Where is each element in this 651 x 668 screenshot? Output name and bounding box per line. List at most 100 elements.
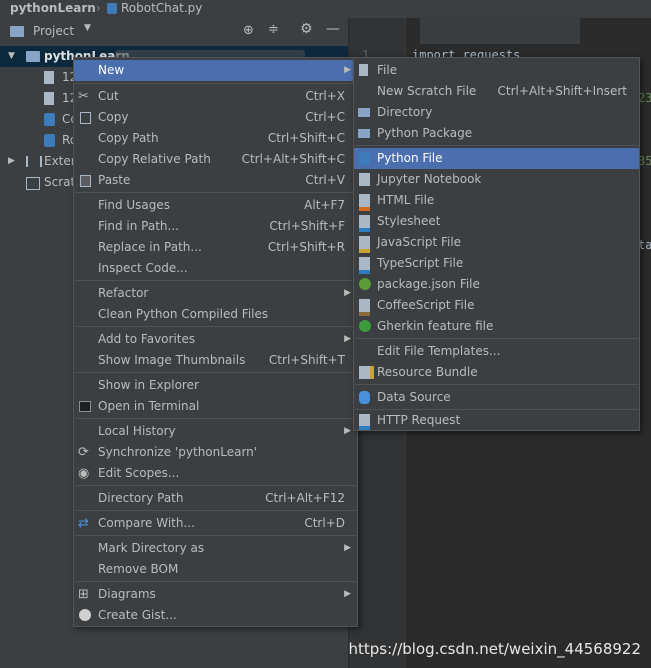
menu-item-label: Replace in Path...	[98, 240, 202, 254]
submenu-item-directory[interactable]: Directory	[354, 102, 639, 123]
menu-item-label: Edit File Templates...	[377, 344, 501, 358]
menu-item-copy-path[interactable]: Copy Path Ctrl+Shift+C	[74, 128, 357, 149]
menu-item-shortcut: Ctrl+Alt+Shift+C	[241, 152, 345, 166]
menu-item-edit-scopes[interactable]: ◉ Edit Scopes...	[74, 463, 357, 484]
submenu-item-coffeescript[interactable]: CoffeeScript File	[354, 295, 639, 316]
folder-icon	[358, 108, 370, 117]
submenu-item-edit-templates[interactable]: Edit File Templates...	[354, 341, 639, 362]
chevron-right-icon: ▶	[344, 589, 351, 599]
menu-item-label: Edit Scopes...	[98, 466, 180, 480]
menu-item-find-in-path[interactable]: Find in Path... Ctrl+Shift+F	[74, 216, 357, 237]
submenu-item-package-json[interactable]: package.json File	[354, 274, 639, 295]
menu-item-diagrams[interactable]: ⊞ Diagrams ▶	[74, 584, 357, 605]
scissors-icon: ✂	[78, 89, 89, 104]
menu-item-label: Python Package	[377, 126, 473, 140]
menu-item-remove-bom[interactable]: Remove BOM	[74, 559, 357, 580]
menu-item-cut[interactable]: ✂ Cut Ctrl+X	[74, 86, 357, 107]
folder-icon	[10, 26, 24, 37]
expand-icon[interactable]: ▼	[8, 46, 15, 67]
expand-icon[interactable]: ▶	[8, 151, 15, 172]
menu-item-label: Jupyter Notebook	[377, 172, 482, 186]
menu-item-compare-with[interactable]: ⇄ Compare With... Ctrl+D	[74, 513, 357, 534]
python-file-icon	[107, 3, 117, 14]
menu-item-open-terminal[interactable]: Open in Terminal	[74, 396, 357, 417]
chevron-down-icon[interactable]: ▼	[84, 23, 91, 33]
menu-item-shortcut: Ctrl+Alt+Shift+Insert	[497, 84, 627, 98]
menu-separator	[355, 145, 638, 146]
menu-item-directory-path[interactable]: Directory Path Ctrl+Alt+F12	[74, 488, 357, 509]
menu-item-clean-compiled[interactable]: Clean Python Compiled Files	[74, 304, 357, 325]
menu-item-replace-in-path[interactable]: Replace in Path... Ctrl+Shift+R	[74, 237, 357, 258]
menu-separator	[75, 192, 356, 193]
menu-item-label: Data Source	[377, 390, 451, 404]
menu-item-label: Diagrams	[98, 587, 156, 601]
submenu-item-python-file[interactable]: Python File	[354, 148, 639, 169]
menu-item-local-history[interactable]: Local History ▶	[74, 421, 357, 442]
minimize-icon[interactable]: —	[326, 21, 340, 37]
menu-separator	[75, 83, 356, 84]
menu-item-copy[interactable]: Copy Ctrl+C	[74, 107, 357, 128]
breadcrumb-project[interactable]: pythonLearn	[10, 1, 96, 15]
tree-item-label: Scrat	[44, 175, 76, 189]
menu-item-inspect-code[interactable]: Inspect Code...	[74, 258, 357, 279]
menu-item-shortcut: Ctrl+X	[305, 89, 345, 103]
menu-separator	[355, 384, 638, 385]
menu-item-shortcut: Ctrl+Shift+R	[267, 240, 345, 254]
submenu-item-stylesheet[interactable]: Stylesheet	[354, 211, 639, 232]
menu-item-new[interactable]: New ▶	[74, 60, 357, 81]
menu-separator	[75, 485, 356, 486]
locate-icon[interactable]: ⊕	[243, 23, 254, 38]
menu-separator	[355, 409, 638, 410]
submenu-item-data-source[interactable]: Data Source	[354, 387, 639, 408]
menu-item-label: Gherkin feature file	[377, 319, 494, 333]
menu-item-label: Open in Terminal	[98, 399, 200, 413]
chevron-right-icon: ▶	[344, 543, 351, 553]
menu-item-paste[interactable]: Paste Ctrl+V	[74, 170, 357, 191]
copy-icon	[80, 112, 91, 124]
bundle-icon	[359, 366, 374, 379]
collapse-icon[interactable]: ≑	[268, 22, 279, 37]
project-view-title[interactable]: Project	[33, 24, 74, 38]
menu-item-label: Create Gist...	[98, 608, 177, 622]
submenu-item-http-request[interactable]: HTTP Request	[354, 412, 639, 430]
menu-item-label: Show Image Thumbnails	[98, 353, 246, 367]
submenu-item-html[interactable]: HTML File	[354, 190, 639, 211]
refresh-icon: ⟳	[78, 445, 89, 460]
file-icon	[44, 71, 54, 84]
jupyter-icon	[359, 173, 370, 186]
breadcrumb-separator: ›	[96, 1, 101, 15]
menu-item-label: TypeScript File	[377, 256, 464, 270]
submenu-item-typescript[interactable]: TypeScript File	[354, 253, 639, 274]
menu-item-refactor[interactable]: Refactor ▶	[74, 283, 357, 304]
menu-item-label: Python File	[377, 151, 443, 165]
new-submenu: File New Scratch File Ctrl+Alt+Shift+Inse…	[353, 57, 640, 431]
menu-item-image-thumbnails[interactable]: Show Image Thumbnails Ctrl+Shift+T	[74, 350, 357, 371]
menu-item-add-favorites[interactable]: Add to Favorites ▶	[74, 329, 357, 350]
menu-item-show-explorer[interactable]: Show in Explorer	[74, 375, 357, 396]
menu-item-label: Copy Relative Path	[98, 152, 211, 166]
menu-item-label: Compare With...	[98, 516, 195, 530]
blurred-region	[420, 18, 580, 44]
submenu-item-resource-bundle[interactable]: Resource Bundle	[354, 362, 639, 383]
submenu-item-gherkin[interactable]: Gherkin feature file	[354, 316, 639, 337]
submenu-item-file[interactable]: File	[354, 60, 639, 81]
watermark: https://blog.csdn.net/weixin_44568922	[348, 640, 641, 658]
menu-item-synchronize[interactable]: ⟳ Synchronize 'pythonLearn'	[74, 442, 357, 463]
menu-item-find-usages[interactable]: Find Usages Alt+F7	[74, 195, 357, 216]
submenu-item-python-package[interactable]: Python Package	[354, 123, 639, 144]
menu-separator	[75, 535, 356, 536]
submenu-item-scratch-file[interactable]: New Scratch File Ctrl+Alt+Shift+Insert	[354, 81, 639, 102]
menu-separator	[75, 372, 356, 373]
html-file-icon	[359, 194, 370, 211]
menu-item-label: Local History	[98, 424, 176, 438]
menu-item-label: Paste	[98, 173, 131, 187]
submenu-item-jupyter[interactable]: Jupyter Notebook	[354, 169, 639, 190]
menu-item-mark-directory[interactable]: Mark Directory as ▶	[74, 538, 357, 559]
menu-item-label: Find in Path...	[98, 219, 179, 233]
breadcrumb-file[interactable]: RobotChat.py	[121, 1, 202, 15]
gear-icon[interactable]: ⚙	[300, 21, 313, 37]
menu-item-label: Stylesheet	[377, 214, 441, 228]
menu-item-create-gist[interactable]: Create Gist...	[74, 605, 357, 626]
menu-item-copy-relative-path[interactable]: Copy Relative Path Ctrl+Alt+Shift+C	[74, 149, 357, 170]
submenu-item-javascript[interactable]: JavaScript File	[354, 232, 639, 253]
